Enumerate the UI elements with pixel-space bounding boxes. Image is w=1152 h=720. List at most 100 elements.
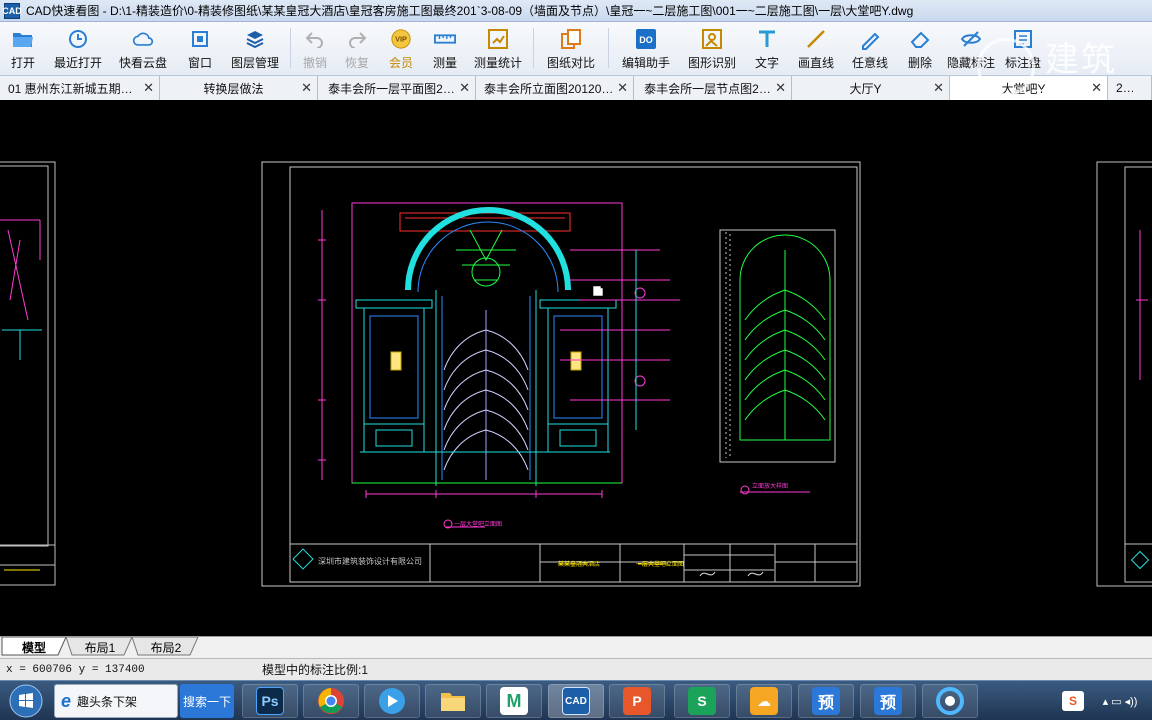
close-icon[interactable]: ✕ [933,80,944,96]
mindmaster-icon: M [500,687,528,715]
tab-taifeng-elevation[interactable]: 泰丰会所立面图2012081: ✕ [476,76,634,100]
tab-lobby-bar[interactable]: 大堂吧Y ✕ [950,76,1108,100]
shape-recognition-icon [701,28,723,50]
measure-button[interactable]: 测量 [423,22,467,74]
taskbar-wps-presentation[interactable]: P [609,684,665,718]
tab-taifeng-floor-plan[interactable]: 泰丰会所一层平面图2… ✕ [318,76,476,100]
annotation-panel-label: 标注盘 [1004,56,1041,70]
taskbar-preview-1[interactable]: 预 [798,684,854,718]
svg-text:VIP: VIP [395,35,407,44]
taskbar-media-player[interactable] [364,684,420,718]
close-icon[interactable]: ✕ [775,80,786,96]
measure-stats-button[interactable]: 测量统计 [467,22,529,74]
close-icon[interactable]: ✕ [301,80,312,96]
edit-assistant-button[interactable]: DO 编辑助手 [613,22,679,74]
line-icon [805,28,827,50]
media-player-icon [379,688,405,714]
close-icon[interactable]: ✕ [143,80,154,96]
layout-tab-layout1[interactable]: 布局1 [70,637,130,657]
compare-label: 图纸对比 [546,56,595,70]
tab-label: 泰丰会所立面图2012081: [484,81,615,96]
window-label: 窗口 [187,56,212,70]
file-explorer-icon [441,693,465,711]
hide-annotation-button[interactable]: 隐藏标注 [943,22,999,74]
cursor-coordinates: x = 600706 y = 137400 [6,663,145,676]
close-icon[interactable]: ✕ [617,80,628,96]
taskbar-cad-viewer[interactable]: CAD [548,684,604,718]
compare-button[interactable]: 图纸对比 [538,22,604,74]
vip-label: 会员 [388,56,413,70]
ie-icon: e [61,690,72,711]
undo-label: 撤销 [302,56,327,70]
tab-label: 大堂吧Y [1001,81,1046,96]
tab-taifeng-nodes[interactable]: 泰丰会所一层节点图2… ✕ [634,76,792,100]
text-tool-button[interactable]: 文字 [745,22,789,74]
window-title: CAD快速看图 - D:\1-精装造价\0-精装修图纸\某某皇冠大酒店\皇冠客房… [26,4,914,18]
tray-icons: ▴ ▭ ◂)) [1102,695,1138,708]
shape-recognition-button[interactable]: 图形识别 [679,22,745,74]
cad-drawing: 深圳市建筑装饰设计有限公司 某某皇冠大酒店 一层大堂吧立面图 一层大堂吧立面图 … [0,161,1152,587]
redo-label: 恢复 [344,56,369,70]
edit-assistant-label: 编辑助手 [621,56,670,70]
cloud-drive-button[interactable]: 快看云盘 [110,22,176,74]
title-bar: CAD CAD快速看图 - D:\1-精装造价\0-精装修图纸\某某皇冠大酒店\… [0,0,1152,22]
redo-button[interactable]: 恢复 [335,22,379,74]
layout-tab-layout2[interactable]: 布局2 [136,637,196,657]
text-tool-label: 文字 [754,56,779,70]
windows-logo-icon [9,684,43,718]
delete-button[interactable]: 删除 [897,22,943,74]
layout-tab-model[interactable]: 模型 [4,637,64,657]
right-sheet [1096,161,1152,587]
open-button[interactable]: 打开 [0,22,46,74]
drawing-canvas[interactable]: 深圳市建筑装饰设计有限公司 某某皇冠大酒店 一层大堂吧立面图 一层大堂吧立面图 … [0,100,1152,636]
edit-assistant-icon: DO [635,28,657,50]
elevation-title-text: 一层大堂吧立面图 [454,520,502,528]
window-button[interactable]: 窗口 [176,22,224,74]
left-sheet [0,161,56,586]
taskbar-preview-2[interactable]: 预 [860,684,916,718]
tray-ime[interactable]: S [1062,691,1084,711]
undo-button[interactable]: 撤销 [295,22,335,74]
tab-lobby[interactable]: 大厅Y ✕ [792,76,950,100]
svg-text:DO: DO [639,35,653,45]
annotation-panel-button[interactable]: 标注盘 [999,22,1047,74]
freehand-line-button[interactable]: 任意线 [843,22,897,74]
qq-browser-icon [936,687,964,715]
tab-label: 2… [1116,81,1133,95]
wps-presentation-icon: P [623,687,651,715]
tab-label: 泰丰会所一层节点图2… [644,81,771,96]
taskbar-search-text: 趣头条下架 [77,694,138,709]
layer-manager-label: 图层管理 [230,56,279,70]
hand-cursor-icon [592,285,604,297]
vip-button[interactable]: VIP 会员 [379,22,423,74]
toolbar-separator [290,28,291,68]
recent-label: 最近打开 [53,56,102,70]
taskbar-cloud-sync[interactable]: ☁ [736,684,792,718]
close-icon[interactable]: ✕ [459,80,470,96]
draw-line-button[interactable]: 画直线 [789,22,843,74]
text-icon [756,28,778,50]
hide-annotation-label: 隐藏标注 [946,56,995,70]
tab-huizhou-dongjiang[interactable]: 01 惠州东江新城五期… ✕ [0,76,160,100]
cad-viewer-icon: CAD [562,687,590,715]
search-button[interactable]: 搜索一下 [180,684,234,718]
taskbar-chrome[interactable] [303,684,359,718]
close-icon[interactable]: ✕ [1091,80,1102,96]
taskbar-qq-browser[interactable] [922,684,978,718]
taskbar-photoshop[interactable]: Ps [242,684,298,718]
layer-manager-button[interactable]: 图层管理 [224,22,286,74]
tab-transfer-layer[interactable]: 转换层做法 ✕ [160,76,318,100]
ruler-icon [434,28,456,50]
tab-label: 转换层做法 [203,81,264,96]
start-button[interactable] [2,684,50,718]
system-tray[interactable]: ▴ ▭ ◂)) [1090,684,1150,718]
taskbar-mindmaster[interactable]: M [486,684,542,718]
cloud-sync-icon: ☁ [750,687,778,715]
tab-more[interactable]: 2… [1108,76,1152,100]
tab-label: 01 惠州东江新城五期… [8,81,133,96]
taskbar-wps-spreadsheet[interactable]: S [674,684,730,718]
taskbar-file-explorer[interactable] [425,684,481,718]
recent-button[interactable]: 最近打开 [46,22,110,74]
vip-icon: VIP [390,28,412,50]
taskbar-ie-search[interactable]: e 趣头条下架 [54,684,178,718]
